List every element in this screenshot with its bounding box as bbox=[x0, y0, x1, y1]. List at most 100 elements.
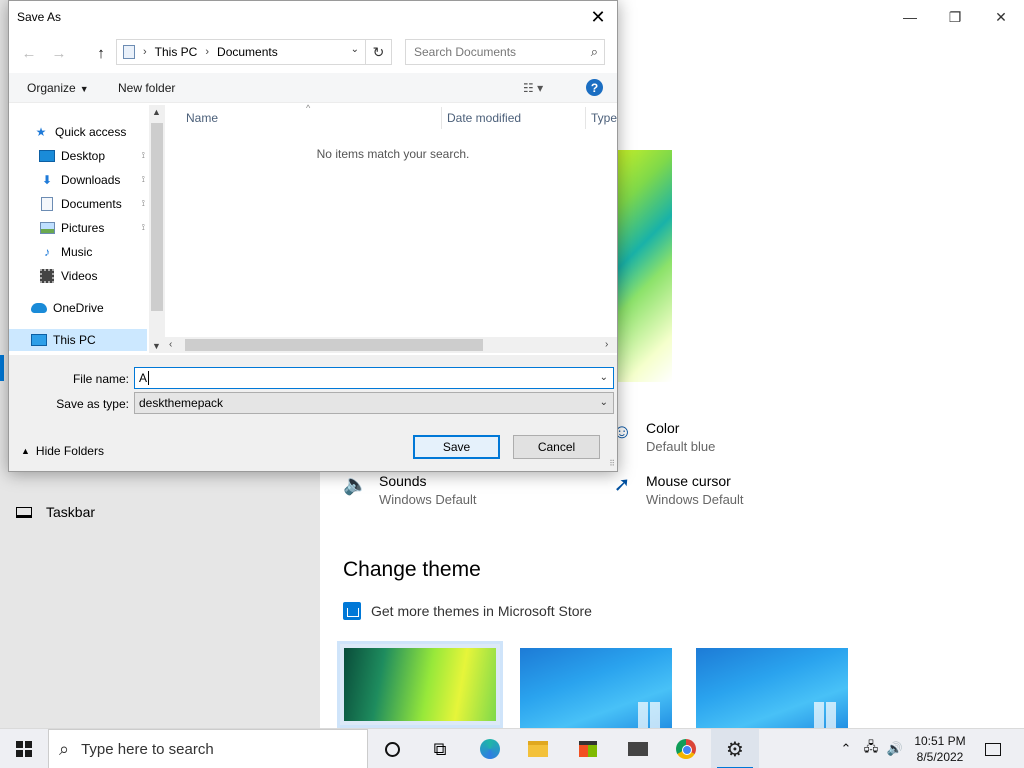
volume-button[interactable]: 🔊 bbox=[884, 729, 906, 768]
document-icon bbox=[41, 197, 53, 211]
store-button[interactable] bbox=[564, 729, 612, 768]
music-note-icon: ♪ bbox=[44, 245, 50, 259]
file-name-label: File name: bbox=[72, 372, 129, 386]
resize-grip-icon[interactable]: ⠿ bbox=[609, 459, 615, 468]
nav-videos[interactable]: Videos bbox=[39, 265, 147, 287]
file-list-horizontal-scrollbar[interactable]: ‹ › bbox=[165, 337, 617, 353]
sort-ascending-icon: ^ bbox=[306, 103, 311, 113]
mouse-cursor-value: Windows Default bbox=[646, 492, 744, 507]
up-button[interactable]: ↑ bbox=[91, 43, 111, 63]
scrollbar-thumb[interactable] bbox=[185, 339, 483, 351]
chrome-button[interactable] bbox=[662, 729, 710, 768]
microsoft-store-link[interactable]: Get more themes in Microsoft Store bbox=[343, 602, 592, 620]
column-header-date-modified[interactable]: Date modified bbox=[447, 111, 521, 125]
nav-downloads[interactable]: ⬇ Downloads ⟟ bbox=[39, 169, 147, 191]
nav-desktop[interactable]: Desktop ⟟ bbox=[39, 145, 147, 167]
network-button[interactable]: 🖧 bbox=[860, 729, 882, 768]
sounds-value: Windows Default bbox=[379, 492, 477, 507]
column-header-name[interactable]: Name bbox=[186, 111, 218, 125]
mouse-cursor-setting[interactable]: ➚ Mouse cursor Windows Default bbox=[610, 473, 744, 507]
task-view-button[interactable]: ⧉ bbox=[416, 729, 464, 768]
minimize-button[interactable]: — bbox=[895, 6, 925, 28]
dialog-titlebar[interactable]: Save As ✕ bbox=[9, 1, 617, 33]
chevron-down-icon[interactable]: ⌄ bbox=[600, 372, 608, 383]
mail-button[interactable] bbox=[614, 729, 662, 768]
color-title: Color bbox=[646, 420, 680, 436]
sounds-setting[interactable]: 🔈 Sounds Windows Default bbox=[343, 473, 477, 507]
theme-thumbnail[interactable] bbox=[696, 648, 848, 728]
change-view-button[interactable]: ☷ ▾ bbox=[523, 81, 543, 95]
cortana-button[interactable] bbox=[368, 729, 416, 768]
nav-onedrive[interactable]: OneDrive bbox=[31, 297, 147, 319]
scroll-right-icon[interactable]: › bbox=[605, 339, 608, 350]
desktop-icon bbox=[39, 150, 55, 162]
save-button[interactable]: Save bbox=[413, 435, 500, 459]
column-header-type[interactable]: Type bbox=[591, 111, 617, 125]
nav-pictures[interactable]: Pictures ⟟ bbox=[39, 217, 147, 239]
edge-button[interactable] bbox=[466, 729, 514, 768]
chevron-down-icon[interactable]: ⌄ bbox=[600, 397, 608, 408]
search-placeholder: Search Documents bbox=[414, 45, 517, 59]
file-explorer-button[interactable] bbox=[514, 729, 562, 768]
search-input[interactable]: Search Documents ⌕ bbox=[405, 39, 605, 65]
clock-time: 10:51 PM bbox=[914, 734, 966, 748]
scroll-down-icon[interactable]: ▼ bbox=[152, 341, 161, 351]
nav-quick-access[interactable]: ★ Quick access bbox=[33, 121, 165, 143]
back-button[interactable]: ← bbox=[19, 43, 39, 63]
file-list: ^ Name Date modified Type No items match… bbox=[165, 103, 617, 353]
hide-folders-toggle[interactable]: ▲ Hide Folders bbox=[21, 444, 104, 458]
action-center-button[interactable] bbox=[978, 729, 1008, 768]
new-folder-button[interactable]: New folder bbox=[118, 81, 175, 95]
empty-list-message: No items match your search. bbox=[316, 147, 470, 161]
help-icon[interactable]: ? bbox=[586, 79, 603, 96]
forward-button[interactable]: → bbox=[49, 43, 69, 63]
windows-logo-icon bbox=[16, 741, 32, 757]
pin-icon: ⟟ bbox=[141, 198, 145, 208]
file-name-input[interactable]: A ⌄ bbox=[134, 367, 614, 389]
start-button[interactable] bbox=[0, 729, 48, 768]
nav-label: Desktop bbox=[61, 149, 106, 163]
theme-thumbnail[interactable] bbox=[520, 648, 672, 728]
show-hidden-icons-button[interactable]: ⌃ bbox=[836, 729, 856, 768]
color-setting[interactable]: ☺ Color Default blue bbox=[610, 420, 716, 454]
column-separator[interactable] bbox=[585, 107, 586, 129]
nav-this-pc[interactable]: This PC bbox=[9, 329, 147, 351]
column-separator[interactable] bbox=[441, 107, 442, 129]
pin-icon: ⟟ bbox=[141, 150, 145, 160]
navigation-row: ← → ↑ › This PC › Documents ⌄ ↻ Search D… bbox=[9, 37, 617, 67]
refresh-button[interactable]: ↻ bbox=[366, 39, 392, 65]
maximize-button[interactable]: ❐ bbox=[940, 6, 970, 28]
nav-item-taskbar[interactable]: Taskbar bbox=[16, 504, 95, 520]
close-button[interactable]: ✕ bbox=[986, 6, 1016, 28]
save-as-type-select[interactable]: deskthemepack ⌄ bbox=[134, 392, 614, 414]
pin-icon: ⟟ bbox=[141, 174, 145, 184]
nav-music[interactable]: ♪ Music bbox=[39, 241, 147, 263]
theme-thumbnail-selected[interactable] bbox=[337, 641, 503, 728]
scroll-up-icon[interactable]: ▲ bbox=[152, 107, 161, 117]
dialog-close-button[interactable]: ✕ bbox=[585, 5, 611, 29]
hide-folders-label: Hide Folders bbox=[35, 444, 104, 458]
organize-menu[interactable]: Organize ▼ bbox=[27, 81, 89, 95]
breadcrumb-this-pc[interactable]: This PC bbox=[155, 45, 198, 59]
nav-item-label: Taskbar bbox=[46, 504, 96, 520]
system-clock[interactable]: 10:51 PM 8/5/2022 bbox=[905, 733, 975, 765]
address-bar[interactable]: › This PC › Documents ⌄ bbox=[116, 39, 366, 65]
nav-pane-scrollbar[interactable]: ▲ ▼ bbox=[149, 105, 165, 353]
breadcrumb-documents[interactable]: Documents bbox=[217, 45, 278, 59]
address-dropdown-icon[interactable]: ⌄ bbox=[351, 44, 359, 55]
navigation-pane: ★ Quick access Desktop ⟟ ⬇ Downloads ⟟ D… bbox=[9, 105, 165, 353]
theme-thumbnail-image bbox=[696, 648, 848, 728]
scrollbar-thumb[interactable] bbox=[151, 123, 163, 311]
mail-icon bbox=[628, 742, 648, 756]
scroll-left-icon[interactable]: ‹ bbox=[169, 339, 172, 350]
star-icon: ★ bbox=[35, 125, 47, 139]
nav-documents[interactable]: Documents ⟟ bbox=[39, 193, 147, 215]
nav-label: Music bbox=[61, 245, 93, 259]
text-cursor bbox=[148, 371, 150, 385]
taskbar-search-box[interactable]: ⌕ Type here to search bbox=[48, 729, 368, 768]
search-icon: ⌕ bbox=[590, 44, 598, 59]
settings-app-button[interactable]: ⚙ bbox=[711, 729, 759, 768]
chevron-up-icon: ▲ bbox=[21, 446, 30, 456]
breadcrumb-separator: › bbox=[205, 46, 210, 58]
cancel-button[interactable]: Cancel bbox=[513, 435, 600, 459]
